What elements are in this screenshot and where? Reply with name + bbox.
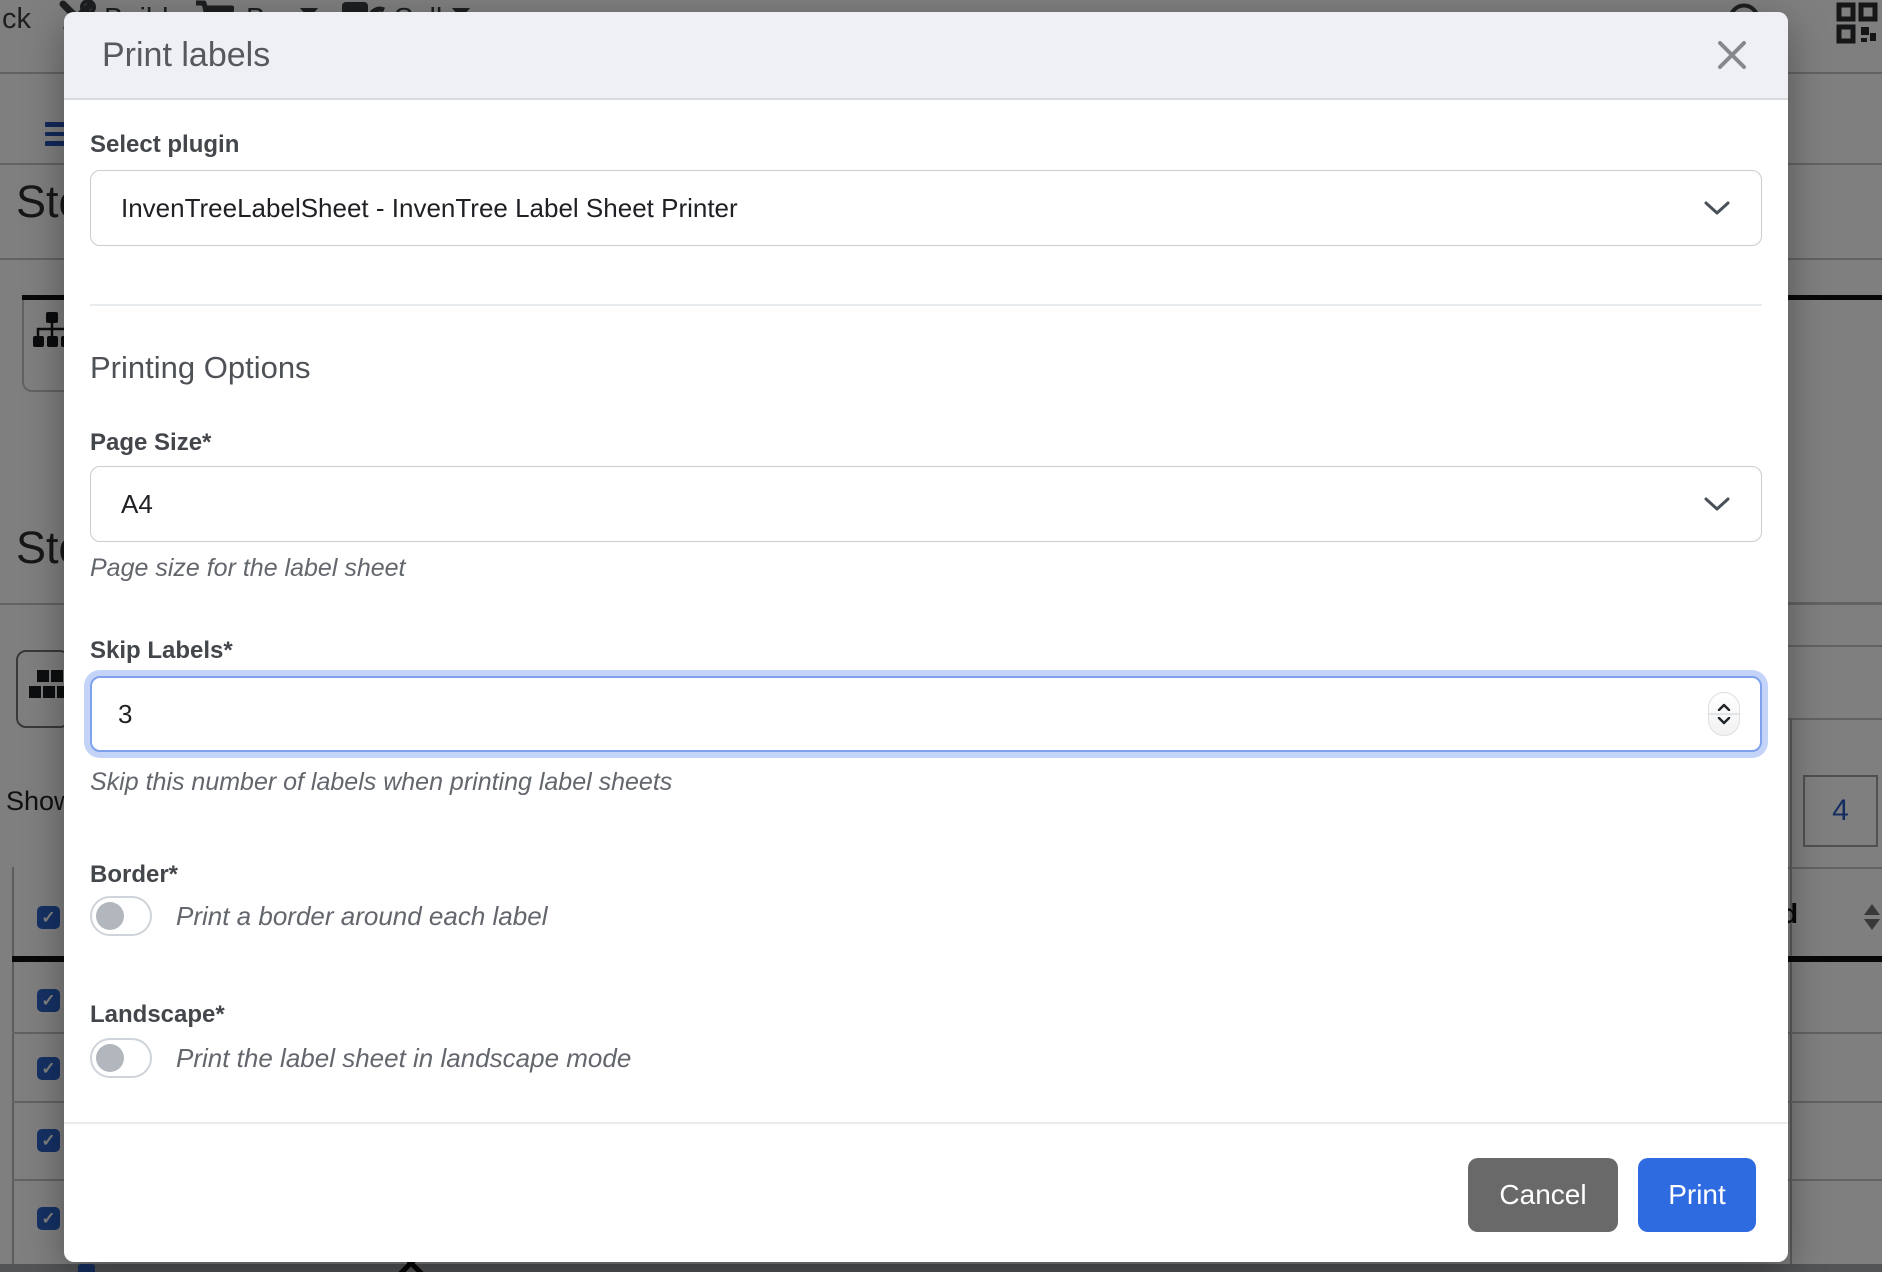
landscape-toggle[interactable] bbox=[90, 1038, 152, 1078]
page-size-label: Page Size* bbox=[90, 426, 1762, 460]
landscape-label: Landscape* bbox=[90, 998, 1762, 1032]
stepper-down-icon[interactable] bbox=[1717, 717, 1731, 725]
plugin-field-label: Select plugin bbox=[90, 128, 1762, 162]
border-toggle[interactable] bbox=[90, 896, 152, 936]
chevron-down-icon bbox=[1703, 496, 1731, 512]
number-stepper[interactable] bbox=[1708, 692, 1740, 736]
skip-labels-input[interactable] bbox=[90, 676, 1762, 752]
plugin-select-value: InvenTreeLabelSheet - InvenTree Label Sh… bbox=[121, 193, 1703, 224]
printing-options-heading: Printing Options bbox=[90, 342, 1762, 394]
page-size-select[interactable]: A4 bbox=[90, 466, 1762, 542]
skip-labels-field bbox=[90, 676, 1762, 752]
screen: ck Build Buy Sell bbox=[0, 0, 1882, 1272]
page-size-help: Page size for the label sheet bbox=[90, 550, 1762, 586]
page-size-select-value: A4 bbox=[121, 489, 1703, 520]
border-help: Print a border around each label bbox=[176, 898, 547, 934]
landscape-field: Print the label sheet in landscape mode bbox=[90, 1038, 1762, 1078]
close-button[interactable] bbox=[1712, 35, 1752, 75]
dialog-footer: Cancel Print bbox=[64, 1122, 1788, 1262]
dialog-title: Print labels bbox=[102, 36, 1712, 75]
chevron-down-icon bbox=[1703, 200, 1731, 216]
dialog-header: Print labels bbox=[64, 12, 1788, 100]
cancel-button[interactable]: Cancel bbox=[1468, 1158, 1618, 1232]
skip-labels-label: Skip Labels* bbox=[90, 634, 1762, 668]
section-divider bbox=[90, 304, 1762, 306]
toggle-knob bbox=[96, 1044, 124, 1072]
dialog-body: Select plugin InvenTreeLabelSheet - Inve… bbox=[64, 100, 1788, 1122]
stepper-up-icon[interactable] bbox=[1717, 703, 1731, 711]
border-label: Border* bbox=[90, 858, 1762, 892]
toggle-knob bbox=[96, 902, 124, 930]
close-icon bbox=[1715, 38, 1749, 72]
print-labels-dialog: Print labels Select plugin InvenTreeLabe… bbox=[64, 12, 1788, 1262]
border-field: Print a border around each label bbox=[90, 896, 1762, 936]
skip-labels-help: Skip this number of labels when printing… bbox=[90, 764, 1762, 800]
print-button[interactable]: Print bbox=[1638, 1158, 1756, 1232]
plugin-select[interactable]: InvenTreeLabelSheet - InvenTree Label Sh… bbox=[90, 170, 1762, 246]
landscape-help: Print the label sheet in landscape mode bbox=[176, 1040, 631, 1076]
